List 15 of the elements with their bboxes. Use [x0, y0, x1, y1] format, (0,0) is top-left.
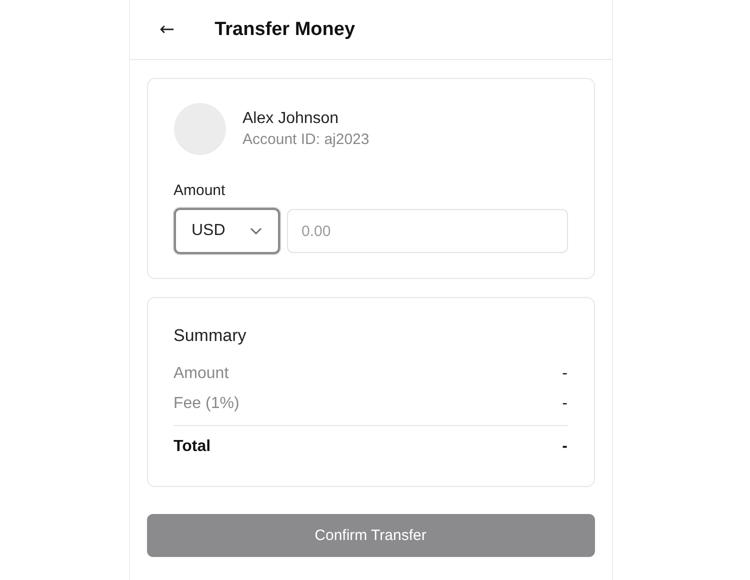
chevron-down-icon — [250, 227, 262, 235]
back-button[interactable]: ← — [160, 19, 175, 40]
currency-select[interactable]: USD — [174, 208, 280, 254]
page-title: Transfer Money — [214, 18, 356, 40]
summary-label: Total — [174, 438, 211, 456]
recipient-name: Alex Johnson — [242, 110, 340, 128]
summary-label: Amount — [174, 365, 229, 383]
summary-label: Fee (1%) — [174, 395, 240, 413]
account-id: Account ID: aj2023 — [242, 131, 370, 148]
amount-label: Amount — [174, 182, 226, 199]
summary-title: Summary — [174, 326, 248, 346]
summary-value: - — [562, 395, 568, 413]
summary-value: - — [562, 365, 568, 383]
amount-input[interactable]: 0.00 — [286, 209, 568, 253]
summary-value: - — [562, 438, 568, 456]
